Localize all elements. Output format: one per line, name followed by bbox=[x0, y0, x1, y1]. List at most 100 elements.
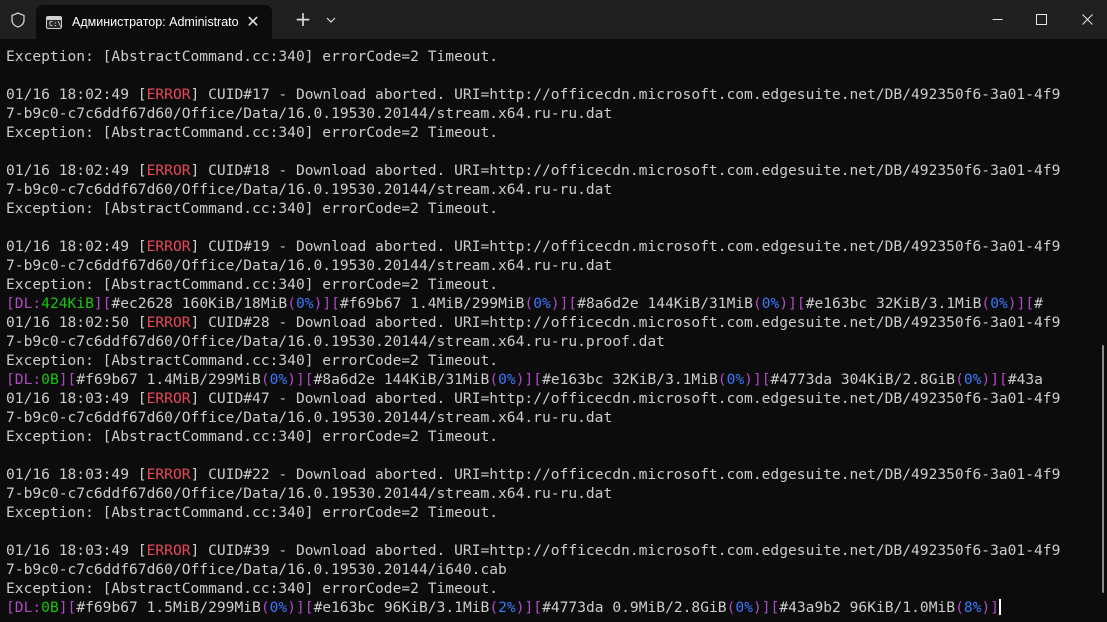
console-text-segment: ( bbox=[260, 371, 270, 388]
console-line: Exception: [AbstractCommand.cc:340] erro… bbox=[6, 503, 1093, 522]
console-text-segment: 8% bbox=[963, 599, 982, 616]
console-text-segment: 01/16 18:02:49 [ bbox=[6, 162, 147, 179]
console-text-segment: ) bbox=[287, 371, 296, 388]
console-text-segment: 01/16 18:02:49 [ bbox=[6, 238, 147, 255]
console-text-segment: ) bbox=[1007, 295, 1017, 312]
window-close-icon[interactable] bbox=[1064, 0, 1107, 39]
console-text-segment: ][ bbox=[788, 295, 806, 312]
console-output[interactable]: Exception: [AbstractCommand.cc:340] erro… bbox=[6, 47, 1093, 617]
console-text-segment: [ bbox=[6, 295, 15, 312]
console-text-segment: ][ bbox=[296, 371, 314, 388]
console-text-segment: ] CUID#39 - Download aborted. URI=http:/… bbox=[190, 542, 1061, 559]
console-text-segment: 0% bbox=[269, 599, 288, 616]
console-line: [DL:0B][#f69b67 1.5MiB/299MiB(0%)][#e163… bbox=[6, 598, 1093, 617]
console-text-segment: #f69b67 1.4MiB/299MiB bbox=[339, 295, 525, 312]
console-text-segment: Exception: [AbstractCommand.cc:340] erro… bbox=[6, 276, 499, 293]
console-text-segment: ( bbox=[260, 599, 270, 616]
console-text-segment: ][ bbox=[93, 295, 112, 312]
console-text-segment: ERROR bbox=[146, 542, 191, 559]
console-line: 7-b9c0-c7c6ddf67d60/Office/Data/16.0.195… bbox=[6, 484, 1093, 503]
console-line: [DL:424KiB][#ec2628 160KiB/18MiB(0%)][#f… bbox=[6, 294, 1093, 313]
plus-icon[interactable]: + bbox=[287, 0, 319, 39]
console-text-segment: #8a6d2e 144KiB/31MiB bbox=[313, 371, 490, 388]
terminal-icon: C:\ bbox=[46, 15, 62, 29]
console-text-segment: Exception: [AbstractCommand.cc:340] erro… bbox=[6, 504, 499, 521]
console-line: 7-b9c0-c7c6ddf67d60/Office/Data/16.0.195… bbox=[6, 560, 1093, 579]
console-text-segment: 7-b9c0-c7c6ddf67d60/Office/Data/16.0.195… bbox=[6, 561, 507, 578]
minimize-icon[interactable] bbox=[974, 0, 1020, 39]
console-text-segment: 0% bbox=[735, 599, 753, 616]
terminal-tab[interactable]: C:\ Администратор: Administrato ✕ bbox=[36, 5, 272, 39]
console-text-segment: [ bbox=[6, 371, 15, 388]
console-text-segment: #43a9b2 96KiB/1.0MiB bbox=[779, 599, 956, 616]
title-bar: C:\ Администратор: Administrato ✕ + bbox=[0, 0, 1107, 39]
tab-title: Администратор: Administrato bbox=[72, 15, 239, 29]
console-text-segment: 7-b9c0-c7c6ddf67d60/Office/Data/16.0.195… bbox=[6, 485, 613, 502]
console-line: 01/16 18:03:49 [ERROR] CUID#22 - Downloa… bbox=[6, 465, 1093, 484]
console-text-segment: ][ bbox=[559, 295, 578, 312]
console-line: 01/16 18:03:49 [ERROR] CUID#39 - Downloa… bbox=[6, 541, 1093, 560]
console-line: 7-b9c0-c7c6ddf67d60/Office/Data/16.0.195… bbox=[6, 180, 1093, 199]
console-line: 7-b9c0-c7c6ddf67d60/Office/Data/16.0.195… bbox=[6, 408, 1093, 427]
console-text-segment: ] CUID#28 - Download aborted. URI=http:/… bbox=[190, 314, 1061, 331]
console-text-segment: 01/16 18:03:49 [ bbox=[6, 542, 147, 559]
console-text-segment: 0% bbox=[990, 295, 1008, 312]
console-text-segment: 0B bbox=[41, 371, 59, 388]
console-text-segment: ( bbox=[489, 371, 499, 388]
console-text-segment: ] CUID#17 - Download aborted. URI=http:/… bbox=[190, 86, 1061, 103]
console-text-segment: 0% bbox=[761, 295, 780, 312]
console-text-segment: ERROR bbox=[146, 238, 191, 255]
console-text-segment: #f69b67 1.5MiB/299MiB bbox=[76, 599, 261, 616]
console-text-segment: ) bbox=[550, 295, 560, 312]
console-text-segment: ) bbox=[779, 295, 789, 312]
console-text-segment: ][ bbox=[990, 371, 1008, 388]
console-line: Exception: [AbstractCommand.cc:340] erro… bbox=[6, 47, 1093, 66]
console-text-segment: ] CUID#22 - Download aborted. URI=http:/… bbox=[190, 466, 1061, 483]
console-line: [DL:0B][#f69b67 1.4MiB/299MiB(0%)][#8a6d… bbox=[6, 370, 1093, 389]
console-line: Exception: [AbstractCommand.cc:340] erro… bbox=[6, 123, 1093, 142]
console-text-segment: ][ bbox=[58, 599, 77, 616]
console-text-segment: 0% bbox=[498, 371, 516, 388]
console-text-segment: 7-b9c0-c7c6ddf67d60/Office/Data/16.0.195… bbox=[6, 409, 613, 426]
console-line: Exception: [AbstractCommand.cc:340] erro… bbox=[6, 427, 1093, 446]
console-text-segment: 0B bbox=[41, 599, 59, 616]
console-text-segment: 01/16 18:03:49 [ bbox=[6, 390, 147, 407]
console-text-segment: #4773da 0.9MiB/2.8GiB bbox=[542, 599, 727, 616]
console-text-segment: ][ bbox=[752, 371, 771, 388]
console-text-segment: Exception: [AbstractCommand.cc:340] erro… bbox=[6, 428, 499, 445]
console-line: Exception: [AbstractCommand.cc:340] erro… bbox=[6, 199, 1093, 218]
console-text-segment: Exception: [AbstractCommand.cc:340] erro… bbox=[6, 124, 499, 141]
close-icon[interactable]: ✕ bbox=[244, 13, 262, 31]
console-text-segment: 7-b9c0-c7c6ddf67d60/Office/Data/16.0.195… bbox=[6, 181, 613, 198]
console-text-segment: ][ bbox=[58, 371, 77, 388]
console-text-segment: ( bbox=[287, 295, 296, 312]
console-text-segment: ( bbox=[752, 295, 762, 312]
text-cursor bbox=[999, 599, 1002, 615]
console-text-segment: DL: bbox=[14, 295, 42, 312]
console-text-segment: Exception: [AbstractCommand.cc:340] erro… bbox=[6, 352, 499, 369]
console-text-segment: Exception: [AbstractCommand.cc:340] erro… bbox=[6, 200, 499, 217]
console-text-segment: ERROR bbox=[146, 314, 191, 331]
console-text-segment: 7-b9c0-c7c6ddf67d60/Office/Data/16.0.195… bbox=[6, 257, 613, 274]
scrollbar[interactable] bbox=[1102, 345, 1104, 593]
console-text-segment: ) bbox=[287, 599, 296, 616]
console-text-segment: ) bbox=[981, 599, 991, 616]
console-text-segment: ] bbox=[990, 599, 1000, 616]
console-text-segment: ERROR bbox=[146, 466, 191, 483]
console-text-segment: 0% bbox=[726, 371, 745, 388]
console-text-segment: ][ bbox=[524, 371, 543, 388]
chevron-down-icon[interactable] bbox=[319, 0, 343, 39]
console-text-segment: ( bbox=[955, 599, 964, 616]
console-text-segment: ( bbox=[981, 295, 991, 312]
console-text-segment: ERROR bbox=[146, 86, 191, 103]
console-text-segment: ][ bbox=[1016, 295, 1035, 312]
maximize-icon[interactable] bbox=[1018, 0, 1064, 39]
console-text-segment: ( bbox=[524, 295, 534, 312]
console-text-segment: DL: bbox=[14, 599, 42, 616]
console-text-segment: 7-b9c0-c7c6ddf67d60/Office/Data/16.0.195… bbox=[6, 333, 665, 350]
console-text-segment: [ bbox=[6, 599, 15, 616]
